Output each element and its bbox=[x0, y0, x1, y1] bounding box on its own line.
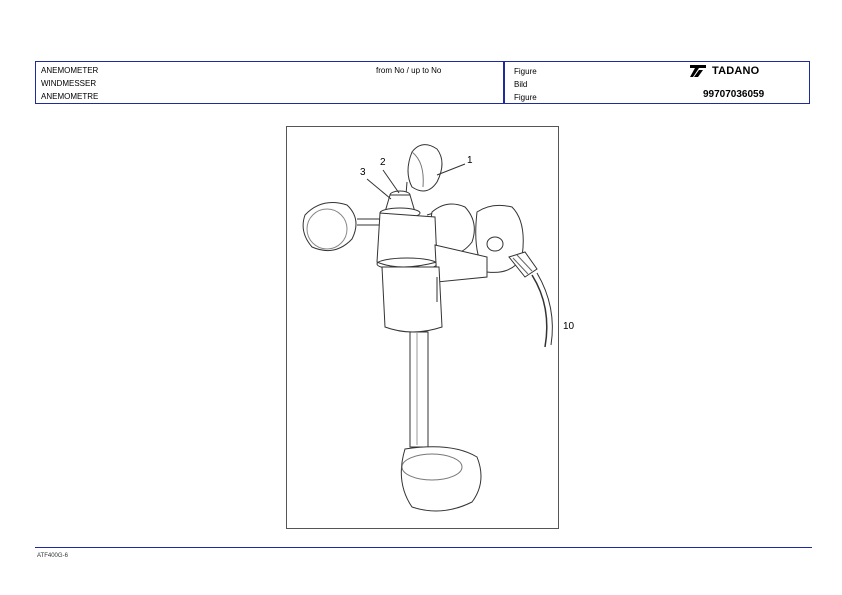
figure-label-fr: Figure bbox=[514, 93, 537, 102]
title-fr: ANEMOMETRE bbox=[41, 92, 99, 101]
cup-rear bbox=[407, 144, 443, 192]
figure-label-de: Bild bbox=[514, 80, 528, 89]
callout-2: 2 bbox=[380, 157, 386, 168]
mast bbox=[409, 331, 429, 448]
footer-code: ATF400G-6 bbox=[37, 553, 68, 559]
header-divider bbox=[503, 62, 505, 103]
brand-name: TADANO bbox=[712, 65, 760, 77]
callout-leader-3 bbox=[366, 178, 392, 200]
title-en: ANEMOMETER bbox=[41, 66, 99, 75]
anemometer-drawing bbox=[302, 144, 553, 512]
sensor-body-upper bbox=[376, 212, 438, 268]
cup-left bbox=[302, 202, 357, 252]
callout-10: 10 bbox=[563, 321, 575, 332]
serial-range: from No / up to No bbox=[376, 66, 442, 75]
title-de: WINDMESSER bbox=[41, 79, 97, 88]
part-number: 99707036059 bbox=[703, 89, 765, 100]
tadano-logo-icon bbox=[690, 65, 706, 77]
callout-1: 1 bbox=[467, 155, 473, 166]
title-block: ANEMOMETER WINDMESSER ANEMOMETRE from No… bbox=[35, 61, 810, 104]
cable bbox=[531, 274, 548, 348]
figure-label-en: Figure bbox=[514, 67, 537, 76]
tadano-logo: TADANO bbox=[690, 65, 759, 77]
figure-frame: 1 2 3 bbox=[286, 126, 559, 529]
callout-leader-2 bbox=[382, 169, 400, 194]
callout-3: 3 bbox=[360, 167, 366, 178]
sensor-body-lower bbox=[381, 266, 443, 333]
footer-rule bbox=[35, 547, 812, 548]
